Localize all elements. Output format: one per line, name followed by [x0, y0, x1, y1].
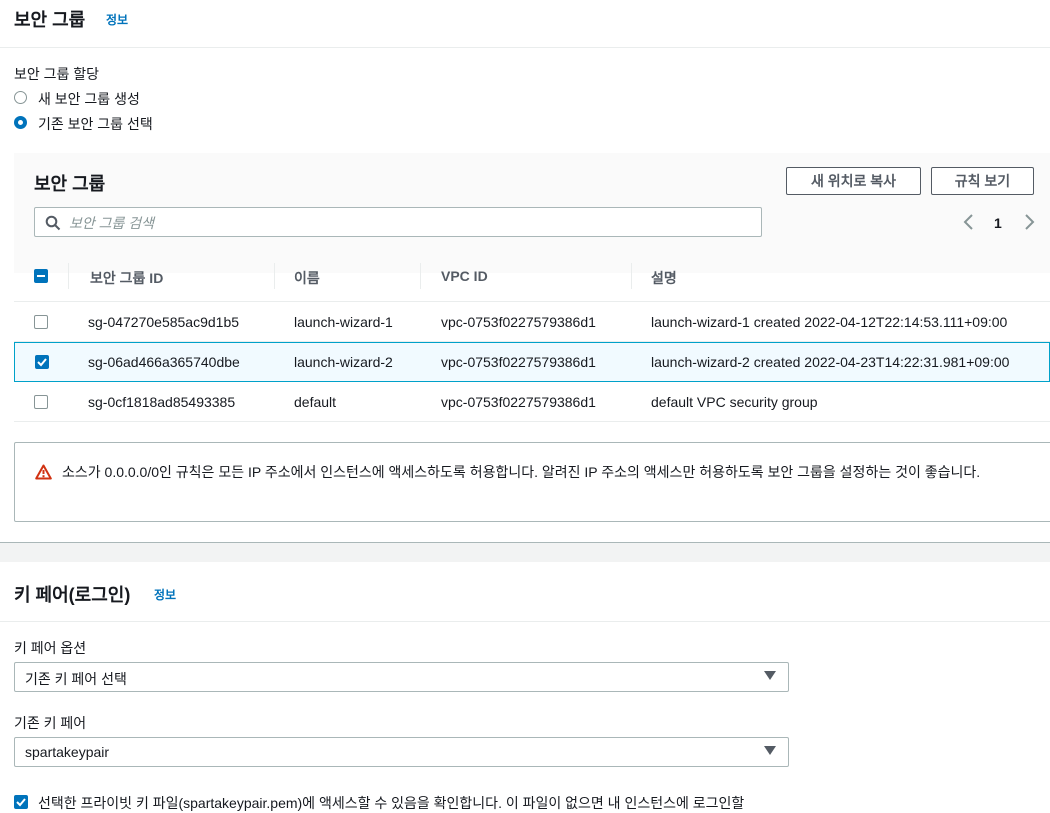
row-checkbox[interactable] — [34, 315, 48, 329]
key-pair-header-divider — [0, 621, 1050, 622]
radio-create-new-label[interactable]: 새 보안 그룹 생성 — [38, 89, 140, 109]
column-separator — [420, 263, 421, 289]
column-header-vpc[interactable]: VPC ID — [441, 268, 488, 284]
page-number[interactable]: 1 — [994, 215, 1002, 231]
row-name: launch-wizard-2 — [294, 354, 393, 370]
row-description: default VPC security group — [651, 394, 818, 410]
view-rules-button[interactable]: 규칙 보기 — [931, 167, 1034, 195]
key-pair-option-value: 기존 키 페어 선택 — [25, 671, 127, 687]
row-id: sg-06ad466a365740dbe — [88, 354, 240, 370]
column-header-description[interactable]: 설명 — [651, 268, 677, 288]
key-pair-title: 키 페어(로그인) — [14, 585, 131, 605]
table-row[interactable]: sg-0cf1818ad85493385 default vpc-0753f02… — [14, 382, 1050, 422]
table-row[interactable]: sg-047270e585ac9d1b5 launch-wizard-1 vpc… — [14, 302, 1050, 342]
column-separator — [274, 263, 275, 289]
warning-icon — [35, 464, 52, 480]
table-row-selected[interactable]: sg-06ad466a365740dbe launch-wizard-2 vpc… — [14, 342, 1050, 382]
security-group-info-link[interactable]: 정보 — [106, 11, 128, 28]
table-title: 보안 그룹 — [34, 174, 106, 194]
column-separator — [68, 263, 69, 289]
radio-select-existing[interactable] — [14, 116, 27, 129]
row-description: launch-wizard-1 created 2022-04-12T22:14… — [651, 314, 1008, 330]
warning-alert: 소스가 0.0.0.0/0인 규칙은 모든 IP 주소에서 인스턴스에 액세스하… — [14, 442, 1050, 522]
row-checkbox[interactable] — [35, 355, 49, 369]
existing-key-pair-value: spartakeypair — [25, 744, 110, 760]
row-name: default — [294, 394, 337, 410]
key-pair-info-link[interactable]: 정보 — [154, 586, 176, 603]
section-divider — [0, 542, 1050, 562]
row-id: sg-0cf1818ad85493385 — [88, 394, 236, 410]
row-vpc: vpc-0753f0227579386d1 — [441, 314, 596, 330]
header-divider — [0, 47, 1050, 48]
row-name: launch-wizard-1 — [294, 314, 393, 330]
radio-create-new[interactable] — [14, 91, 27, 104]
prev-page-icon[interactable] — [962, 213, 976, 231]
column-header-name[interactable]: 이름 — [294, 268, 320, 288]
warning-text: 소스가 0.0.0.0/0인 규칙은 모든 IP 주소에서 인스턴스에 액세스하… — [62, 464, 981, 480]
next-page-icon[interactable] — [1022, 213, 1036, 231]
acknowledge-text[interactable]: 선택한 프라이빗 키 파일(spartakeypair.pem)에 액세스할 수… — [38, 793, 744, 813]
row-id: sg-047270e585ac9d1b5 — [88, 314, 240, 330]
copy-to-new-location-button[interactable]: 새 위치로 복사 — [786, 167, 921, 195]
caret-down-icon — [764, 746, 776, 755]
caret-down-icon — [764, 671, 776, 680]
column-header-id[interactable]: 보안 그룹 ID — [90, 268, 163, 288]
row-divider — [14, 421, 1050, 422]
row-vpc: vpc-0753f0227579386d1 — [441, 394, 596, 410]
assignment-label: 보안 그룹 할당 — [14, 66, 100, 82]
column-separator — [631, 263, 632, 289]
existing-key-pair-select[interactable]: spartakeypair — [14, 737, 789, 767]
security-group-search[interactable] — [34, 207, 762, 237]
row-checkbox[interactable] — [34, 395, 48, 409]
checkmark-icon — [37, 358, 47, 367]
search-icon — [45, 215, 61, 231]
row-description: launch-wizard-2 created 2022-04-23T14:22… — [651, 354, 1010, 370]
radio-select-existing-label[interactable]: 기존 보안 그룹 선택 — [38, 114, 153, 134]
indeterminate-icon — [37, 275, 45, 277]
key-pair-option-label: 키 페어 옵션 — [14, 640, 87, 656]
security-group-title: 보안 그룹 — [14, 10, 86, 30]
select-all-checkbox[interactable] — [34, 269, 48, 283]
existing-key-pair-label: 기존 키 페어 — [14, 715, 87, 731]
row-vpc: vpc-0753f0227579386d1 — [441, 354, 596, 370]
acknowledge-checkbox[interactable] — [14, 795, 28, 809]
checkmark-icon — [16, 798, 26, 807]
key-pair-option-select[interactable]: 기존 키 페어 선택 — [14, 662, 789, 692]
search-input[interactable] — [67, 211, 751, 235]
